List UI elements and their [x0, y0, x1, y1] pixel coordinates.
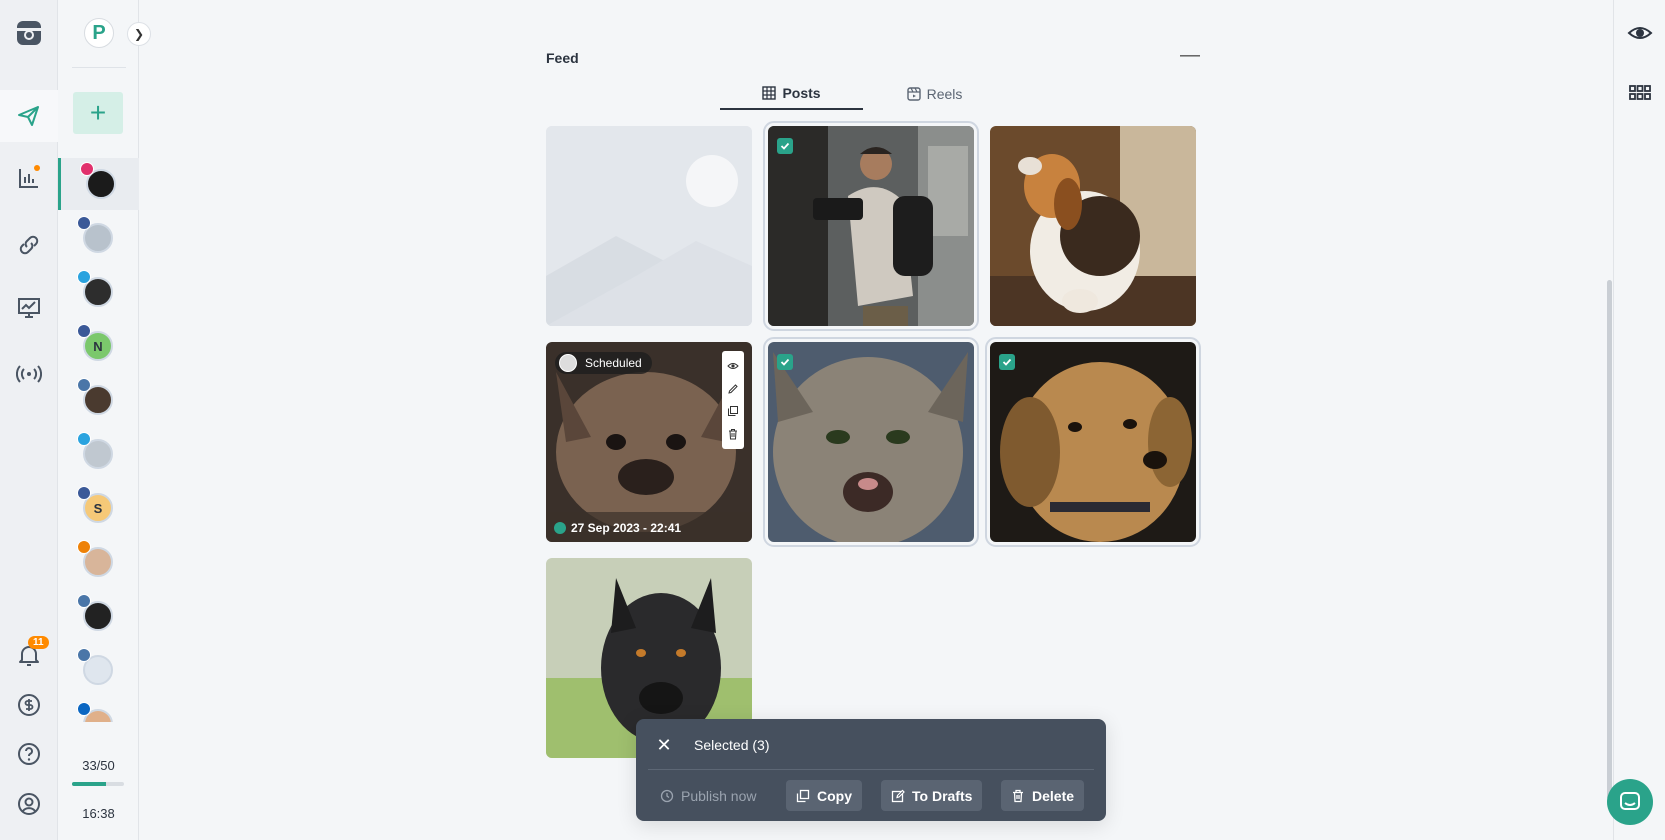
- post-tile-cat[interactable]: [763, 337, 979, 547]
- facebook-icon: [77, 216, 91, 230]
- post-tile-french-bulldog[interactable]: Scheduled 27 Sep 2023 - 22:41: [546, 342, 752, 542]
- account-item[interactable]: S: [58, 482, 139, 534]
- delete-label: Delete: [1032, 787, 1075, 804]
- grid-view-icon[interactable]: [1627, 80, 1653, 106]
- account-item[interactable]: [58, 212, 139, 264]
- account-item[interactable]: [58, 644, 139, 696]
- account-item[interactable]: [58, 266, 139, 318]
- close-icon[interactable]: ✕: [654, 735, 674, 755]
- clock-icon: [554, 522, 566, 534]
- odnoklassniki-icon: [77, 540, 91, 554]
- publish-now-button[interactable]: Publish now: [650, 780, 767, 811]
- publish-send-icon[interactable]: [0, 90, 58, 142]
- account-item[interactable]: [58, 536, 139, 588]
- right-rail: [1613, 0, 1665, 840]
- image-placeholder-icon: [546, 126, 752, 326]
- photo-man-with-camera: [768, 126, 974, 326]
- usage-counter: 33/50: [82, 758, 115, 773]
- clock-time: 16:38: [82, 806, 115, 821]
- delete-button[interactable]: Delete: [1001, 780, 1085, 811]
- instagram-icon: [80, 162, 94, 176]
- edit-pencil-icon[interactable]: [726, 382, 740, 396]
- account-item[interactable]: [58, 158, 139, 210]
- copy-button[interactable]: Copy: [786, 780, 862, 811]
- account-item[interactable]: [58, 374, 139, 426]
- tab-reels-label: Reels: [926, 86, 963, 102]
- scrollbar-thumb[interactable]: [1607, 280, 1612, 800]
- chat-icon: [1620, 792, 1640, 810]
- workspace-avatar[interactable]: P: [84, 18, 114, 48]
- clock-icon: [660, 789, 674, 802]
- post-tile-golden-retriever[interactable]: [985, 337, 1201, 547]
- telegram-icon: [77, 270, 91, 284]
- collapse-minus-icon[interactable]: —: [1180, 45, 1200, 65]
- trash-icon: [1013, 789, 1023, 802]
- divider: [72, 67, 126, 68]
- selected-checkbox[interactable]: [999, 354, 1015, 370]
- selected-count: Selected (3): [694, 737, 770, 753]
- support-chat-button[interactable]: [1607, 779, 1653, 825]
- account-mini-avatar: [559, 354, 577, 372]
- app-logo-icon[interactable]: [0, 8, 58, 58]
- link-icon[interactable]: [0, 220, 58, 270]
- post-tile-placeholder[interactable]: [546, 126, 752, 326]
- account-item[interactable]: [58, 428, 139, 480]
- telegram-icon: [77, 432, 91, 446]
- photo-beagle: [990, 126, 1196, 326]
- broadcast-icon[interactable]: [0, 349, 58, 399]
- post-tile-beagle[interactable]: [990, 126, 1196, 326]
- selected-checkbox[interactable]: [777, 138, 793, 154]
- account-item[interactable]: N: [58, 320, 139, 372]
- to-drafts-label: To Drafts: [912, 787, 973, 804]
- selection-action-bar: ✕ Selected (3) Publish now Copy To Draft…: [636, 719, 1106, 821]
- profile-icon[interactable]: [0, 779, 58, 829]
- photo-golden-retriever: [990, 342, 1196, 542]
- vk-icon: [77, 648, 91, 662]
- accounts-column: P ❯ + NS 33/50 16:38: [58, 0, 151, 840]
- preview-eye-icon[interactable]: [1627, 20, 1653, 46]
- main-content: Feed — Posts Reels Scheduled 27 Sep 2023…: [140, 0, 1602, 840]
- duplicate-icon[interactable]: [726, 404, 740, 418]
- help-icon[interactable]: [0, 729, 58, 779]
- linkedin-icon: [77, 702, 91, 716]
- to-drafts-button[interactable]: To Drafts: [881, 780, 983, 811]
- scheduled-date-label: 27 Sep 2023 - 22:41: [571, 521, 682, 535]
- scheduled-date: 27 Sep 2023 - 22:41: [554, 521, 681, 535]
- create-post-button[interactable]: +: [73, 92, 123, 134]
- feed-title: Feed: [546, 50, 579, 66]
- divider: [648, 769, 1094, 770]
- copy-icon: [796, 789, 810, 802]
- post-tile-man-camera[interactable]: [763, 121, 979, 331]
- scheduled-status-badge: Scheduled: [555, 352, 652, 374]
- tab-posts[interactable]: Posts: [720, 78, 863, 110]
- vk-icon: [77, 378, 91, 392]
- edit-icon: [891, 789, 905, 802]
- tab-posts-label: Posts: [782, 85, 821, 101]
- facebook-icon: [77, 486, 91, 500]
- status-label: Scheduled: [585, 356, 642, 370]
- tile-action-menu: [722, 351, 744, 449]
- account-item[interactable]: [58, 590, 139, 642]
- selected-checkbox[interactable]: [777, 354, 793, 370]
- monitoring-icon[interactable]: [0, 283, 58, 333]
- publish-now-label: Publish now: [681, 787, 757, 804]
- left-icon-rail: 11: [0, 0, 58, 840]
- copy-label: Copy: [817, 787, 852, 804]
- facebook-icon: [77, 324, 91, 338]
- photo-cat: [768, 342, 974, 542]
- vk-icon: [77, 594, 91, 608]
- notification-count-badge: 11: [28, 636, 49, 649]
- grid-icon: [762, 86, 777, 100]
- feed-tabs: Posts Reels: [720, 78, 1006, 110]
- trash-icon[interactable]: [726, 427, 740, 441]
- preview-eye-icon[interactable]: [726, 359, 740, 373]
- account-item[interactable]: [58, 698, 139, 722]
- tab-reels[interactable]: Reels: [863, 78, 1006, 110]
- billing-dollar-icon[interactable]: [0, 680, 58, 730]
- usage-progress-bar: [72, 782, 124, 786]
- reels-icon: [906, 87, 921, 101]
- analytics-icon[interactable]: [0, 153, 58, 203]
